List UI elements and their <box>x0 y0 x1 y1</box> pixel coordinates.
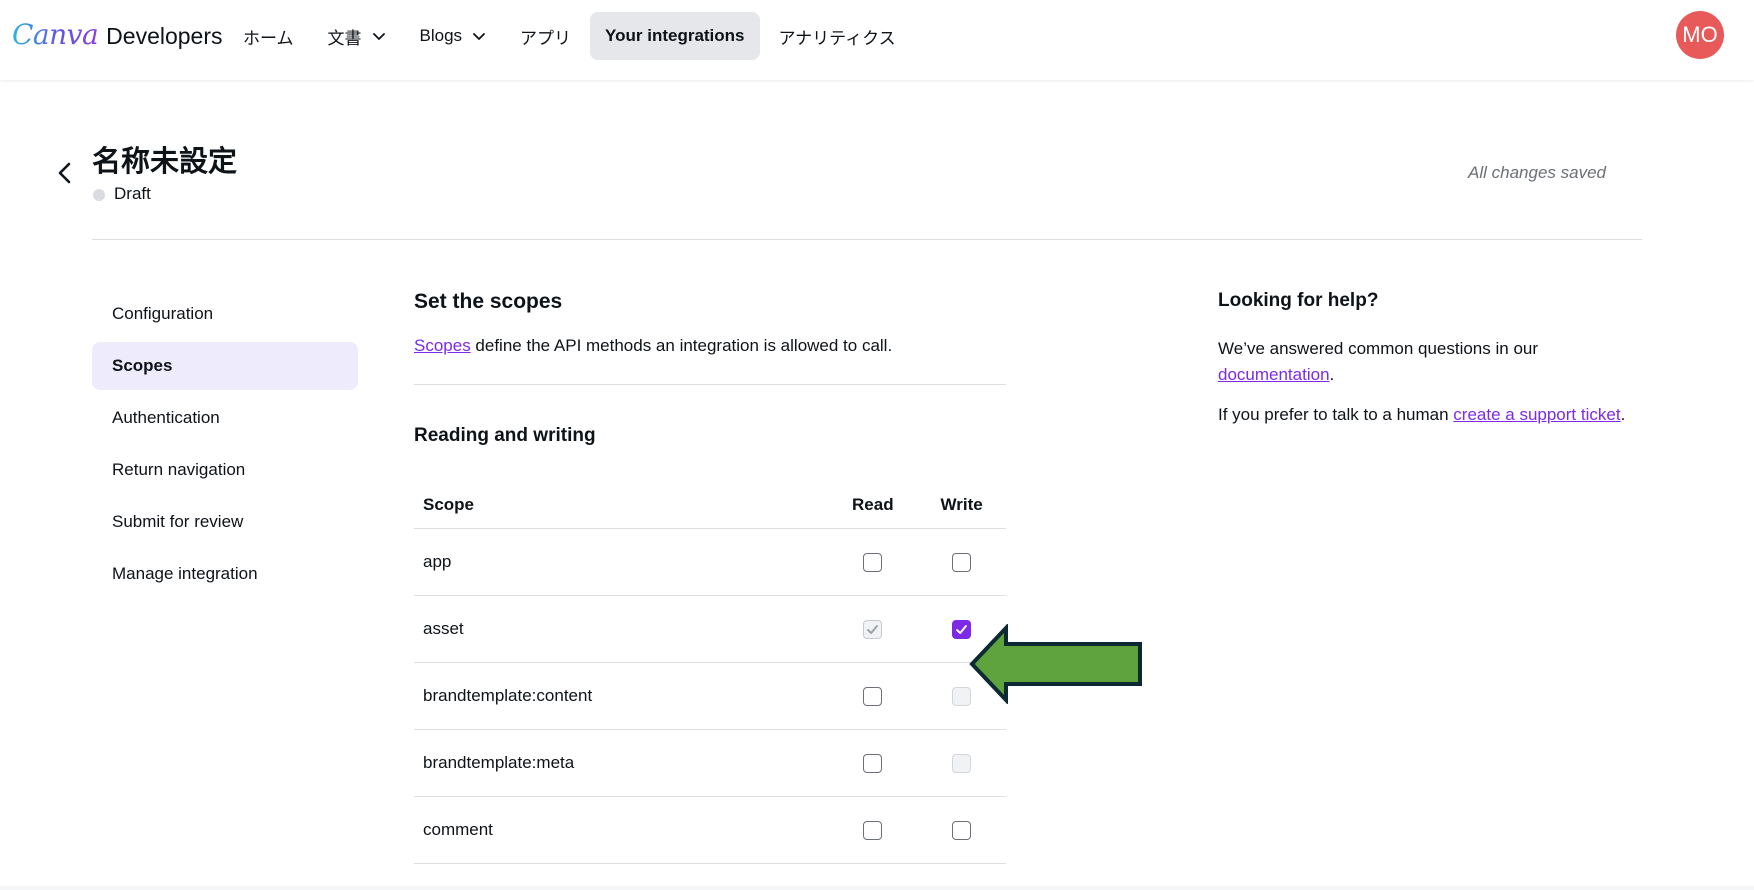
sidebar-item-configuration[interactable]: Configuration <box>92 290 358 338</box>
help-text: . <box>1329 365 1335 384</box>
save-status: All changes saved <box>1468 163 1606 182</box>
read-cell <box>828 753 917 773</box>
sidebar: Configuration Scopes Authentication Retu… <box>92 290 358 602</box>
sidebar-item-label: Manage integration <box>112 564 258 583</box>
nav-item-home[interactable]: ホーム <box>228 12 309 60</box>
nav-item-blogs[interactable]: Blogs <box>405 12 502 60</box>
read-checkbox[interactable] <box>863 552 883 572</box>
sidebar-item-submit-for-review[interactable]: Submit for review <box>92 498 358 546</box>
sidebar-item-manage-integration[interactable]: Manage integration <box>92 550 358 598</box>
table-row: comment <box>414 797 1006 864</box>
read-cell <box>828 619 917 639</box>
nav-item-label: 文書 <box>327 28 362 48</box>
avatar[interactable]: MO <box>1676 11 1724 59</box>
help-text: We’ve answered common questions in our <box>1218 339 1539 358</box>
write-checkbox <box>952 753 972 773</box>
nav-item-analytics[interactable]: アナリティクス <box>764 12 911 60</box>
help-paragraph-docs: We’ve answered common questions in our d… <box>1218 336 1628 388</box>
scope-name: brandtemplate:content <box>423 686 593 705</box>
nav-item-docs[interactable]: 文書 <box>313 12 401 60</box>
scopes-link[interactable]: Scopes <box>414 336 471 355</box>
top-navigation-bar: Canva Developers ホーム 文書 Blogs アプリ Your i… <box>0 0 1754 80</box>
read-checkbox[interactable] <box>863 820 883 840</box>
table-row: asset <box>414 596 1006 663</box>
check-icon <box>867 624 879 634</box>
status-badge: Draft <box>114 184 151 203</box>
section-divider <box>414 384 1006 385</box>
help-text: If you prefer to talk to a human <box>1218 405 1454 424</box>
canva-developers-logo[interactable]: Canva Developers <box>12 18 223 54</box>
write-cell <box>917 552 1006 572</box>
sidebar-item-label: Configuration <box>112 304 214 323</box>
help-panel: Looking for help? We’ve answered common … <box>1218 290 1628 442</box>
chevron-down-icon <box>372 33 385 40</box>
help-text: . <box>1620 405 1626 424</box>
subsection-title: Reading and writing <box>414 425 596 446</box>
write-cell <box>917 820 1006 840</box>
scope-name: comment <box>423 820 493 839</box>
table-row: brandtemplate:content <box>414 663 1006 730</box>
column-header-write: Write <box>940 495 983 514</box>
scope-name: asset <box>423 619 464 638</box>
nav-item-label: ホーム <box>243 28 294 48</box>
read-cell <box>828 552 917 572</box>
read-cell <box>828 820 917 840</box>
nav-item-label: アナリティクス <box>778 28 896 48</box>
developers-label: Developers <box>106 23 223 49</box>
bottom-edge <box>0 886 1754 890</box>
scopes-panel: Set the scopes Scopes define the API met… <box>414 290 1006 864</box>
sidebar-item-return-navigation[interactable]: Return navigation <box>92 446 358 494</box>
section-title: Set the scopes <box>414 290 563 313</box>
help-title: Looking for help? <box>1218 290 1379 311</box>
help-paragraph-support: If you prefer to talk to a human create … <box>1218 402 1628 428</box>
support-ticket-link[interactable]: create a support ticket <box>1453 405 1620 424</box>
sidebar-item-authentication[interactable]: Authentication <box>92 394 358 442</box>
sidebar-item-label: Return navigation <box>112 460 246 479</box>
write-checkbox[interactable] <box>952 552 972 572</box>
read-cell <box>828 686 917 706</box>
scopes-table: Scope Read Write app asset brandtemplate:c… <box>414 487 1006 864</box>
table-row: app <box>414 529 1006 596</box>
chevron-down-icon <box>473 33 485 40</box>
read-checkbox[interactable] <box>863 686 883 706</box>
annotation-arrow-icon <box>969 624 1142 704</box>
table-row: brandtemplate:meta <box>414 730 1006 797</box>
nav-item-your-integrations[interactable]: Your integrations <box>590 12 760 60</box>
scope-name: brandtemplate:meta <box>423 753 575 772</box>
write-cell <box>917 753 1006 773</box>
sidebar-item-label: Authentication <box>112 408 220 427</box>
nav-item-label: アプリ <box>520 28 572 48</box>
scope-name: app <box>423 552 452 571</box>
sidebar-item-scopes[interactable]: Scopes <box>92 342 358 390</box>
read-checkbox <box>863 619 883 639</box>
header-divider <box>92 239 1642 240</box>
documentation-link[interactable]: documentation <box>1218 365 1330 384</box>
nav-item-label: Your integrations <box>605 26 745 45</box>
sidebar-item-label: Submit for review <box>112 512 244 531</box>
column-header-read: Read <box>852 495 894 514</box>
back-arrow-icon[interactable] <box>54 160 76 186</box>
main-nav: ホーム 文書 Blogs アプリ Your integrations アナリティ… <box>228 12 915 60</box>
canva-wordmark: Canva <box>12 18 99 51</box>
column-header-scope: Scope <box>423 495 475 514</box>
table-header: Scope Read Write <box>414 487 1006 529</box>
status-dot <box>93 189 105 201</box>
description-text: define the API methods an integration is… <box>470 336 893 355</box>
read-checkbox[interactable] <box>863 753 883 773</box>
nav-item-apps[interactable]: アプリ <box>505 12 586 60</box>
check-icon <box>956 624 968 634</box>
write-checkbox[interactable] <box>952 820 972 840</box>
section-description: Scopes define the API methods an integra… <box>414 336 1006 356</box>
sidebar-item-label: Scopes <box>112 356 173 375</box>
nav-item-label: Blogs <box>419 26 463 45</box>
page-title: 名称未設定 <box>92 146 238 178</box>
